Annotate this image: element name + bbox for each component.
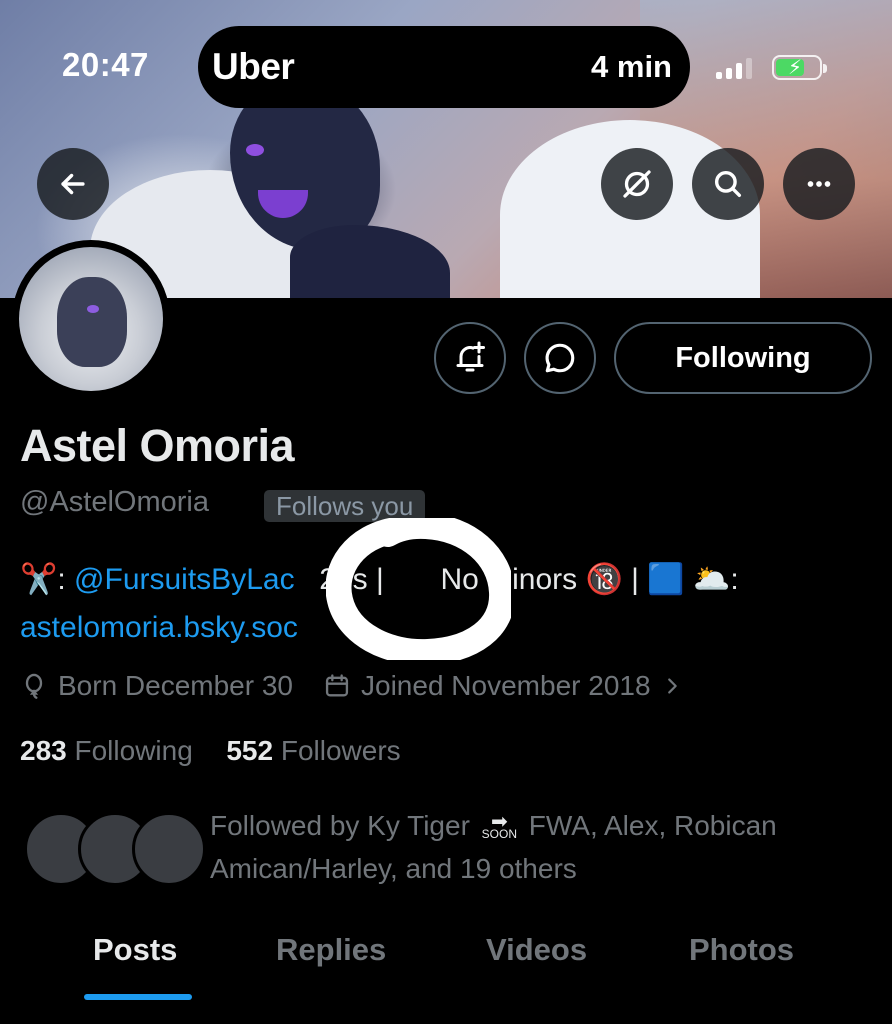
following-count: 283 bbox=[20, 735, 67, 766]
dynamic-island-live-activity[interactable]: Uber 4 min bbox=[198, 26, 690, 108]
cellular-signal-icon bbox=[716, 57, 752, 79]
bio-no-minors: No Minors 🔞 | bbox=[440, 563, 639, 596]
more-button[interactable] bbox=[783, 148, 855, 220]
profile-bio: ✂️: @FursuitsByLac 20s | No Minors 🔞 | 🟦… bbox=[20, 560, 880, 600]
display-name: Astel Omoria bbox=[20, 420, 295, 471]
back-button[interactable] bbox=[37, 148, 109, 220]
tab-replies[interactable]: Replies bbox=[276, 932, 386, 968]
bio-colon: : bbox=[57, 563, 66, 596]
user-handle: @AstelOmoria bbox=[20, 486, 209, 518]
avatar-image bbox=[19, 247, 163, 391]
birthday: Born December 30 bbox=[20, 670, 293, 702]
followed-by-part-a: Followed by Ky Tiger bbox=[210, 810, 470, 841]
search-button[interactable] bbox=[692, 148, 764, 220]
calendar-icon bbox=[325, 674, 349, 697]
followed-by-text[interactable]: Followed by Ky Tiger ➡ SOON FWA, Alex, Ro… bbox=[210, 804, 860, 890]
soon-arrow-emoji: ➡ SOON bbox=[481, 810, 518, 841]
scissors-emoji: ✂️ bbox=[20, 563, 58, 596]
following-button[interactable]: Following bbox=[614, 322, 872, 394]
bio-trailing-emoji: 🟦 🌥️: bbox=[647, 563, 739, 596]
profile-avatar[interactable] bbox=[12, 240, 170, 398]
bio-mention-link[interactable]: @FursuitsByLac bbox=[74, 563, 295, 596]
grok-icon bbox=[623, 170, 651, 198]
live-activity-app-name: Uber bbox=[212, 46, 295, 87]
birthday-text: Born December 30 bbox=[58, 670, 294, 701]
chevron-right-icon bbox=[667, 678, 677, 694]
active-tab-indicator bbox=[84, 994, 192, 1000]
bell-plus-icon bbox=[456, 341, 485, 372]
more-horizontal-icon bbox=[807, 181, 831, 187]
followers-count: 552 bbox=[226, 735, 274, 766]
tab-videos[interactable]: Videos bbox=[486, 932, 587, 968]
following-stat[interactable]: 283 Following bbox=[20, 735, 193, 766]
message-bubble-icon bbox=[545, 343, 575, 373]
arrow-left-icon bbox=[61, 173, 85, 195]
bio-age: 20s | bbox=[319, 563, 384, 596]
tab-posts[interactable]: Posts bbox=[93, 932, 177, 968]
grok-button[interactable] bbox=[601, 148, 673, 220]
message-button[interactable] bbox=[524, 322, 596, 394]
soon-label: SOON bbox=[481, 826, 518, 841]
follow-stats: 283 Following 552 Followers bbox=[20, 735, 401, 767]
profile-meta: Born December 30 Joined November 2018 bbox=[20, 670, 713, 702]
avatar bbox=[132, 812, 206, 886]
following-label: Following bbox=[74, 735, 193, 766]
join-date-text: Joined November 2018 bbox=[361, 670, 651, 701]
followers-label: Followers bbox=[280, 735, 401, 766]
live-activity-eta: 4 min bbox=[591, 49, 672, 84]
search-icon bbox=[714, 170, 742, 198]
banner-character-hand bbox=[290, 225, 450, 298]
mutual-followers-avatars[interactable] bbox=[24, 812, 206, 888]
join-date[interactable]: Joined November 2018 bbox=[323, 670, 683, 702]
followers-stat[interactable]: 552 Followers bbox=[226, 735, 400, 766]
profile-tabs: Posts Replies Videos Photos bbox=[0, 928, 892, 1024]
banner-character-eye bbox=[246, 144, 264, 156]
bio-website-link[interactable]: astelomoria.bsky.soc bbox=[20, 608, 298, 648]
balloon-icon bbox=[25, 673, 43, 699]
charging-bolt-icon: ⚡ bbox=[788, 57, 803, 79]
battery-icon: ⚡ bbox=[772, 55, 827, 80]
notify-button[interactable] bbox=[434, 322, 506, 394]
follows-you-badge: Follows you bbox=[264, 490, 426, 522]
tab-photos[interactable]: Photos bbox=[689, 932, 794, 968]
status-time: 20:47 bbox=[62, 46, 149, 83]
